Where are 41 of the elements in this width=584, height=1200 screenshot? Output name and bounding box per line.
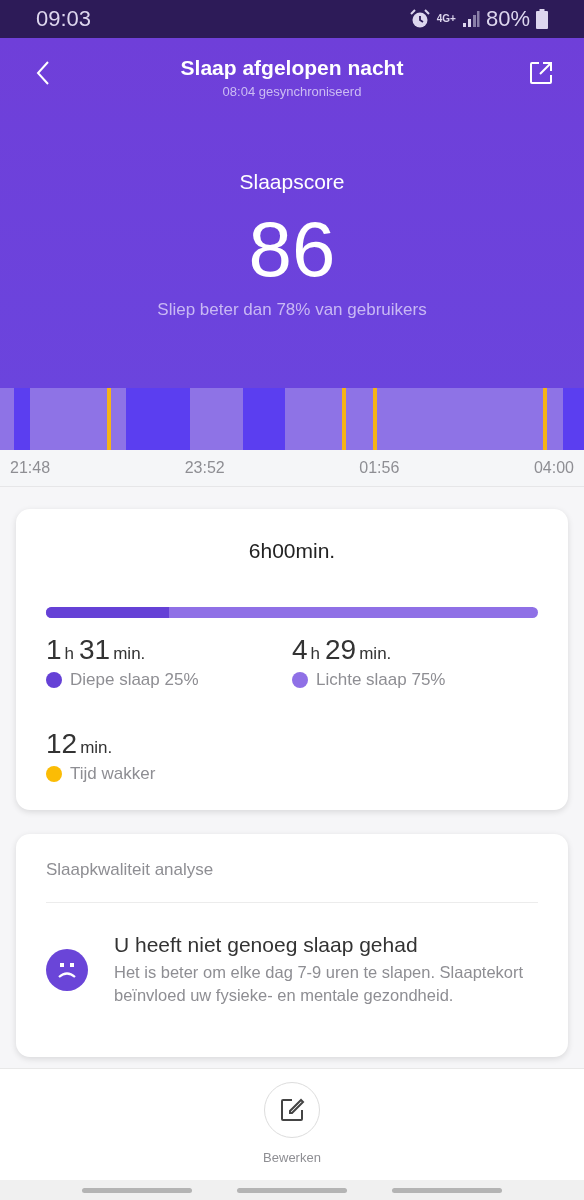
- battery-icon: [536, 9, 548, 29]
- minutes-value: 31: [79, 634, 111, 666]
- battery-percentage: 80%: [485, 6, 530, 32]
- analysis-text: Het is beter om elke dag 7-9 uren te slapen. Slaaptekort beïnvloed uw fysieke- en mentale gezondheid.: [114, 962, 525, 1006]
- time-label: 04:00: [533, 459, 574, 477]
- time-label: 23:52: [184, 459, 225, 477]
- sad-face-icon: [46, 949, 88, 991]
- hours-unit: h: [64, 644, 75, 664]
- time-label: 21:48: [10, 459, 51, 477]
- sync-status: 08:04 gesynchroniseerd: [222, 84, 362, 99]
- total-sleep: 6h00min.: [247, 538, 337, 564]
- nav-handle[interactable]: [82, 1187, 193, 1193]
- minutes-unit: min.: [359, 644, 392, 664]
- edit-label: Bewerken: [263, 1150, 321, 1165]
- nav-handle[interactable]: [391, 1187, 502, 1193]
- hours-value: 4: [292, 634, 308, 666]
- status-time: 09:03: [36, 6, 92, 32]
- share-icon: [528, 60, 554, 86]
- score-comparison: Sliep beter dan 78% van gebruikers: [157, 300, 427, 320]
- page-title: Slaap afgelopen nacht: [180, 56, 404, 80]
- back-icon: [35, 60, 51, 86]
- edit-button[interactable]: [264, 1082, 320, 1138]
- analysis-title: Slaapkwaliteit analyse: [46, 834, 538, 903]
- stage-label: Diepe slaap 25%: [70, 670, 199, 690]
- minutes-unit: min.: [113, 644, 146, 664]
- score-label: Slaapscore: [239, 170, 345, 194]
- nav-handle[interactable]: [237, 1187, 347, 1193]
- hours-value: 1: [46, 634, 62, 666]
- minutes-unit: min.: [80, 738, 113, 758]
- sleep-score: 86: [248, 204, 336, 294]
- minutes-value: 29: [325, 634, 357, 666]
- edit-icon: [279, 1097, 305, 1123]
- network-type: 4G+: [436, 14, 456, 24]
- minutes-value: 12: [46, 728, 78, 760]
- signal-icon: [461, 10, 480, 28]
- analysis-headline: U heeft niet genoeg slaap gehad: [114, 933, 419, 957]
- stage-label: Lichte slaap 75%: [316, 670, 446, 690]
- stage-label: Tijd wakker: [70, 764, 156, 784]
- time-label: 01:56: [359, 459, 400, 477]
- hours-unit: h: [310, 644, 321, 664]
- alarm-clock-icon: [408, 8, 431, 30]
